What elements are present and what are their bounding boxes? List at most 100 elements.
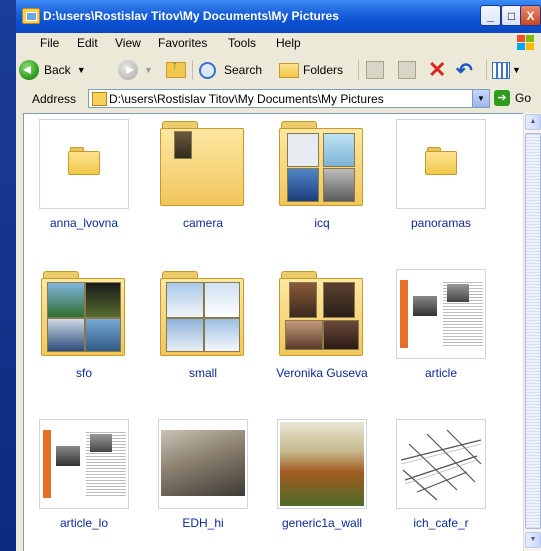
menu-bar: File Edit View Favorites Tools Help	[16, 33, 541, 55]
preview-photo	[323, 320, 359, 350]
folder-pictures-icon	[22, 8, 40, 24]
thumbnail	[39, 269, 129, 359]
undo-icon: ↶	[456, 59, 473, 82]
thumbnail	[39, 419, 129, 509]
list-item[interactable]: camera	[143, 119, 263, 251]
menu-file[interactable]: File	[40, 36, 59, 50]
search-icon	[199, 61, 216, 79]
preview-photo	[166, 282, 204, 318]
article-photo	[90, 434, 112, 452]
thumbnail	[396, 419, 486, 509]
file-view[interactable]: anna_lvovna camera icq panoramas sfo sma…	[23, 113, 524, 551]
explorer-window: D:\users\Rostislav Titov\My Documents\My…	[16, 0, 541, 551]
preview-photo	[85, 318, 121, 352]
search-label: Search	[224, 63, 263, 77]
file-name: article_lo	[59, 516, 109, 530]
list-item[interactable]: sfo	[24, 269, 144, 401]
minimize-button[interactable]: _	[480, 5, 501, 26]
go-arrow-icon: ➔	[494, 90, 510, 106]
go-button[interactable]: ➔ Go	[494, 90, 531, 106]
vertical-scrollbar[interactable]: ▲ ▼	[523, 113, 541, 551]
article-photo	[413, 296, 437, 316]
list-item[interactable]: EDH_hi	[143, 419, 263, 551]
forward-dropdown-icon[interactable]: ▼	[144, 65, 153, 75]
list-item[interactable]: anna_lvovna	[24, 119, 144, 251]
address-input[interactable]: D:\users\Rostislav Titov\My Documents\My…	[88, 89, 490, 108]
title-bar[interactable]: D:\users\Rostislav Titov\My Documents\My…	[16, 0, 541, 33]
preview-photo	[47, 318, 85, 352]
scroll-up-button[interactable]: ▲	[525, 114, 541, 130]
list-item[interactable]: article_lo	[24, 419, 144, 551]
desktop-edge	[0, 0, 16, 551]
menu-view[interactable]: View	[115, 36, 141, 50]
menu-tools[interactable]: Tools	[228, 36, 256, 50]
search-button[interactable]: Search	[199, 59, 262, 81]
forward-button[interactable]: ▼	[118, 59, 153, 81]
folder-icon	[68, 147, 100, 175]
folder-preview-icon	[279, 271, 363, 356]
preview-photo	[204, 318, 240, 352]
file-name: icq	[314, 216, 330, 230]
back-dropdown-icon[interactable]: ▼	[77, 65, 86, 75]
scroll-thumb[interactable]	[525, 133, 541, 529]
file-name: generic1a_wall	[281, 516, 363, 530]
folder-icon	[425, 147, 457, 175]
list-item[interactable]: ich_cafe_r	[381, 419, 501, 551]
views-icon	[492, 61, 510, 79]
menu-favorites[interactable]: Favorites	[158, 36, 207, 50]
list-item[interactable]: small	[143, 269, 263, 401]
list-item[interactable]: panoramas	[381, 119, 501, 251]
scroll-down-button[interactable]: ▼	[525, 532, 541, 548]
folders-label: Folders	[303, 63, 344, 77]
list-item[interactable]: Veronika Guseva	[262, 269, 382, 401]
list-item[interactable]: generic1a_wall	[262, 419, 382, 551]
preview-photo	[323, 133, 355, 167]
views-dropdown-icon: ▼	[512, 65, 521, 75]
thumbnail	[158, 419, 248, 509]
preview-photo	[323, 282, 355, 318]
folder-preview-icon	[41, 271, 125, 356]
office-photo	[161, 430, 245, 496]
list-item[interactable]: icq	[262, 119, 382, 251]
delete-button[interactable]: ✕	[428, 57, 446, 82]
maximize-button[interactable]: □	[501, 5, 522, 26]
address-label: Address	[32, 92, 77, 106]
file-name: panoramas	[410, 216, 472, 230]
window-title: D:\users\Rostislav Titov\My Documents\My…	[43, 9, 339, 23]
thumbnail	[396, 119, 486, 209]
file-name: Veronika Guseva	[276, 366, 368, 380]
folder-preview-icon	[279, 121, 363, 206]
preview-photo	[204, 282, 240, 318]
folder-preview-icon	[160, 271, 244, 356]
thumbnail	[158, 269, 248, 359]
preview-photo	[287, 133, 319, 167]
views-button[interactable]: ▼	[492, 59, 521, 81]
back-button[interactable]: Back ▼	[19, 59, 86, 81]
forward-arrow-icon	[118, 60, 138, 80]
thumbnail	[277, 419, 367, 509]
move-to-button[interactable]	[366, 59, 384, 81]
file-name: anna_lvovna	[49, 216, 119, 230]
preview-photo	[47, 282, 85, 318]
thumbnail	[277, 269, 367, 359]
thumbnail	[158, 119, 248, 209]
folders-button[interactable]: Folders	[279, 59, 343, 81]
thumbnail	[277, 119, 367, 209]
thumbnail	[39, 119, 129, 209]
address-dropdown-button[interactable]: ▼	[472, 90, 489, 107]
preview-photo	[85, 282, 121, 318]
menu-edit[interactable]: Edit	[77, 36, 98, 50]
standard-toolbar: Back ▼ ▼ ↑ Search Folders ✕ ↶ ▼	[16, 54, 541, 87]
undo-button[interactable]: ↶	[456, 59, 473, 82]
toolbar-separator	[486, 60, 487, 80]
preview-photo	[287, 168, 319, 202]
address-bar: Address D:\users\Rostislav Titov\My Docu…	[16, 86, 541, 112]
close-button[interactable]: X	[520, 5, 541, 26]
article-photo	[56, 446, 80, 466]
file-name: article	[424, 366, 457, 380]
menu-help[interactable]: Help	[276, 36, 301, 50]
list-item[interactable]: article	[381, 269, 501, 401]
back-label: Back	[44, 63, 71, 77]
up-folder-button[interactable]: ↑	[166, 58, 186, 81]
copy-to-button[interactable]	[398, 59, 416, 81]
